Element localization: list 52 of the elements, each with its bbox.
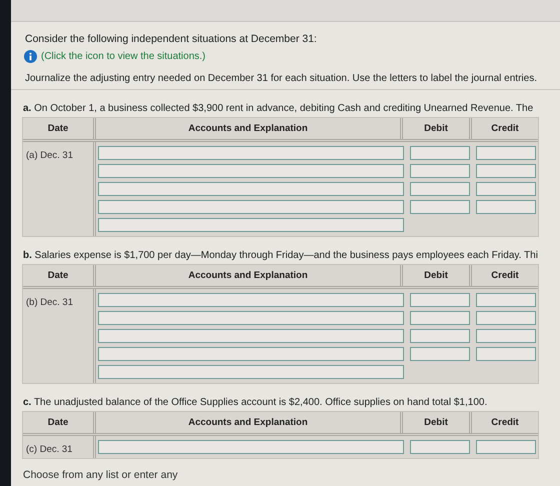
column-header: Accounts and Explanation (93, 412, 400, 433)
credit-field[interactable] (476, 293, 536, 307)
column-header: Debit (400, 265, 469, 286)
date-cell: (c) Dec. 31 (26, 444, 72, 455)
situation-text: c. The unadjusted balance of the Office Supplies account is $2,400. Office supplies on hand total $1,100. (23, 397, 488, 408)
credit-field[interactable] (476, 347, 536, 361)
column-header: Accounts and Explanation (93, 265, 400, 286)
credit-field[interactable] (476, 146, 536, 160)
debit-field[interactable] (410, 440, 470, 454)
account-field[interactable] (98, 293, 404, 307)
debit-field[interactable] (410, 311, 470, 325)
debit-field[interactable] (410, 182, 470, 196)
debit-field[interactable] (410, 347, 470, 361)
account-field[interactable] (98, 164, 404, 178)
account-field[interactable] (98, 440, 404, 454)
account-field[interactable] (98, 182, 404, 196)
credit-field[interactable] (476, 164, 536, 178)
account-field[interactable] (98, 347, 404, 361)
column-header: Accounts and Explanation (93, 118, 400, 139)
hint-text: Choose from any list or enter any (23, 469, 179, 481)
account-field[interactable] (98, 365, 404, 379)
situation-text: a. On October 1, a business collected $3,900 rent in advance, debiting Cash and crediting Unearned Revenue. The (23, 103, 534, 114)
account-field[interactable] (98, 218, 404, 232)
date-cell: (b) Dec. 31 (26, 297, 73, 308)
account-field[interactable] (98, 200, 404, 214)
info-link[interactable]: (Click the icon to view the situations.) (41, 51, 206, 62)
credit-field[interactable] (476, 182, 536, 196)
debit-field[interactable] (410, 329, 470, 343)
column-header: Debit (400, 118, 469, 139)
credit-field[interactable] (476, 440, 536, 454)
column-header: Date (46, 269, 70, 283)
column-header: Credit (469, 118, 538, 139)
instruction-text: Journalize the adjusting entry needed on December 31 for each situation. Use the letters to label the journal entries. (25, 73, 538, 84)
credit-field[interactable] (476, 200, 536, 214)
column-header: Date (46, 416, 70, 430)
debit-field[interactable] (410, 164, 470, 178)
debit-field[interactable] (410, 293, 470, 307)
question-text: Consider the following independent situations at December 31: (25, 33, 318, 45)
column-header: Credit (469, 265, 538, 286)
info-icon[interactable] (24, 50, 37, 63)
account-field[interactable] (98, 329, 404, 343)
column-header: Credit (469, 412, 538, 433)
column-header: Date (46, 122, 70, 136)
credit-field[interactable] (476, 311, 536, 325)
debit-field[interactable] (410, 146, 470, 160)
credit-field[interactable] (476, 329, 536, 343)
date-cell: (a) Dec. 31 (26, 150, 73, 161)
situation-text: b. Salaries expense is $1,700 per day—Monday through Friday—and the business pays employees each Friday. Thi (23, 250, 539, 261)
account-field[interactable] (98, 311, 404, 325)
column-header: Debit (400, 412, 469, 433)
debit-field[interactable] (410, 200, 470, 214)
account-field[interactable] (98, 146, 404, 160)
